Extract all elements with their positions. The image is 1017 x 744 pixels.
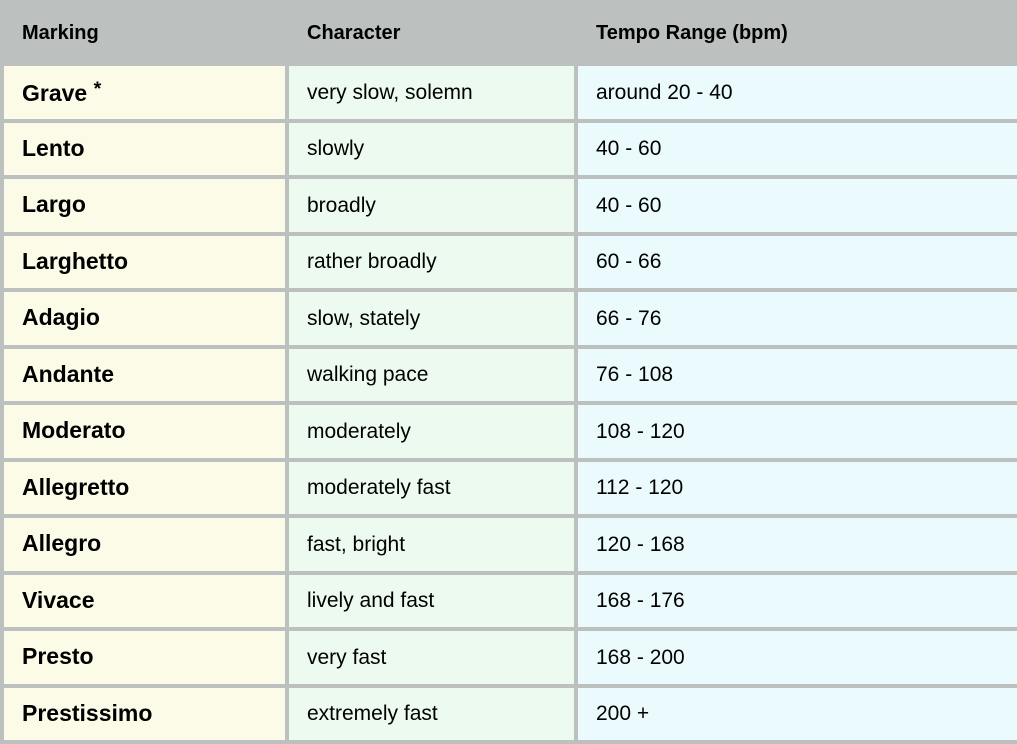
cell-character: extremely fast — [289, 687, 574, 740]
column-header-character: Character — [289, 4, 574, 62]
table-header: Marking Character Tempo Range (bpm) — [4, 4, 1017, 62]
cell-character: slow, stately — [289, 292, 574, 345]
cell-character: very fast — [289, 631, 574, 684]
cell-tempo-range: 168 - 200 — [578, 631, 1017, 684]
cell-marking: Moderato — [4, 405, 285, 458]
marking-label: Grave — [22, 79, 88, 106]
table-row: Largo broadly 40 - 60 — [4, 179, 1017, 232]
cell-tempo-range: 112 - 120 — [578, 461, 1017, 514]
cell-tempo-range: 40 - 60 — [578, 122, 1017, 175]
cell-marking: Largo — [4, 179, 285, 232]
cell-character: moderately fast — [289, 461, 574, 514]
cell-tempo-range: 120 - 168 — [578, 518, 1017, 571]
table-row: Moderato moderately 108 - 120 — [4, 405, 1017, 458]
marking-label: Larghetto — [22, 247, 129, 274]
footnote-asterisk: * — [93, 77, 102, 100]
cell-tempo-range: around 20 - 40 — [578, 66, 1017, 119]
marking-label: Prestissimo — [22, 699, 153, 726]
cell-tempo-range: 76 - 108 — [578, 348, 1017, 401]
cell-character: rather broadly — [289, 235, 574, 288]
cell-character: moderately — [289, 405, 574, 458]
marking-label: Lento — [22, 134, 85, 161]
cell-character: broadly — [289, 179, 574, 232]
cell-tempo-range: 60 - 66 — [578, 235, 1017, 288]
cell-marking: Presto — [4, 631, 285, 684]
table-row: Allegretto moderately fast 112 - 120 — [4, 461, 1017, 514]
cell-tempo-range: 40 - 60 — [578, 179, 1017, 232]
table-row: Larghetto rather broadly 60 - 66 — [4, 235, 1017, 288]
cell-marking: Lento — [4, 122, 285, 175]
cell-tempo-range: 108 - 120 — [578, 405, 1017, 458]
marking-label: Vivace — [22, 586, 95, 613]
cell-marking: Andante — [4, 348, 285, 401]
table-row: Prestissimo extremely fast 200 + — [4, 687, 1017, 740]
marking-label: Allegretto — [22, 473, 130, 500]
cell-marking: Adagio — [4, 292, 285, 345]
cell-character: slowly — [289, 122, 574, 175]
column-header-tempo: Tempo Range (bpm) — [578, 4, 1017, 62]
cell-tempo-range: 200 + — [578, 687, 1017, 740]
table-row: Grave * very slow, solemn around 20 - 40 — [4, 66, 1017, 119]
table-row: Andante walking pace 76 - 108 — [4, 348, 1017, 401]
marking-label: Andante — [22, 360, 114, 387]
table-row: Presto very fast 168 - 200 — [4, 631, 1017, 684]
cell-marking: Larghetto — [4, 235, 285, 288]
table-row: Adagio slow, stately 66 - 76 — [4, 292, 1017, 345]
cell-marking: Prestissimo — [4, 687, 285, 740]
table-header-row: Marking Character Tempo Range (bpm) — [4, 4, 1017, 62]
table-body: Grave * very slow, solemn around 20 - 40 Le… — [4, 66, 1017, 740]
cell-character: lively and fast — [289, 574, 574, 627]
column-header-marking: Marking — [4, 4, 285, 62]
cell-marking: Allegro — [4, 518, 285, 571]
cell-marking: Allegretto — [4, 461, 285, 514]
table-row: Allegro fast, bright 120 - 168 — [4, 518, 1017, 571]
marking-label: Allegro — [22, 530, 102, 557]
cell-tempo-range: 168 - 176 — [578, 574, 1017, 627]
cell-tempo-range: 66 - 76 — [578, 292, 1017, 345]
cell-marking: Grave * — [4, 66, 285, 119]
cell-character: walking pace — [289, 348, 574, 401]
marking-label: Moderato — [22, 417, 126, 444]
marking-label: Presto — [22, 643, 94, 670]
marking-label: Adagio — [22, 304, 100, 331]
table-row: Vivace lively and fast 168 - 176 — [4, 574, 1017, 627]
table-row: Lento slowly 40 - 60 — [4, 122, 1017, 175]
marking-label: Largo — [22, 191, 86, 218]
cell-character: very slow, solemn — [289, 66, 574, 119]
tempo-markings-table: Marking Character Tempo Range (bpm) Grav… — [0, 0, 1017, 744]
cell-character: fast, bright — [289, 518, 574, 571]
cell-marking: Vivace — [4, 574, 285, 627]
